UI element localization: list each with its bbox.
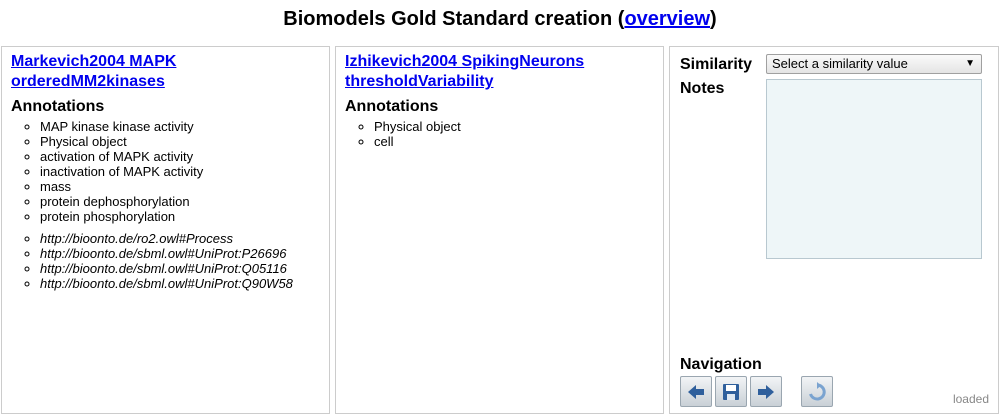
middle-model-link[interactable]: Izhikevich2004 SpikingNeurons thresholdV… — [345, 53, 584, 90]
list-item: http://bioonto.de/sbml.owl#UniProt:Q0511… — [40, 261, 293, 276]
left-model-panel: Markevich2004 MAPK orderedMM2kinases Ann… — [1, 46, 330, 414]
previous-button[interactable] — [680, 376, 712, 407]
save-button[interactable] — [715, 376, 747, 407]
title-suffix: ) — [710, 8, 717, 30]
next-button[interactable] — [750, 376, 782, 407]
notes-textarea[interactable] — [766, 79, 982, 259]
list-item: Physical object — [40, 134, 203, 149]
left-model-link[interactable]: Markevich2004 MAPK orderedMM2kinases — [11, 53, 176, 90]
refresh-button[interactable] — [801, 376, 833, 407]
list-item: inactivation of MAPK activity — [40, 164, 203, 179]
chevron-down-icon: ▼ — [965, 58, 975, 69]
similarity-select[interactable]: Select a similarity value ▼ — [766, 54, 982, 74]
middle-model-panel: Izhikevich2004 SpikingNeurons thresholdV… — [335, 46, 664, 414]
middle-annotations-heading: Annotations — [345, 98, 439, 115]
status-text: loaded — [952, 392, 989, 406]
list-item: Physical object — [374, 119, 461, 134]
overview-link[interactable]: overview — [624, 8, 710, 30]
left-annotations-heading: Annotations — [11, 98, 105, 115]
list-item: protein dephosphorylation — [40, 194, 203, 209]
similarity-select-value: Select a similarity value — [772, 56, 908, 71]
list-item: http://bioonto.de/sbml.owl#UniProt:Q90W5… — [40, 276, 293, 291]
floppy-disk-icon — [723, 384, 739, 400]
left-model-title: Markevich2004 MAPK orderedMM2kinases — [11, 52, 311, 92]
left-uri-list: http://bioonto.de/ro2.owl#Process http:/… — [2, 231, 293, 291]
list-item: activation of MAPK activity — [40, 149, 203, 164]
left-term-list: MAP kinase kinase activity Physical obje… — [2, 119, 203, 224]
similarity-label: Similarity — [680, 56, 753, 73]
arrow-right-icon — [758, 385, 774, 399]
arrow-left-icon — [688, 385, 704, 399]
middle-model-title: Izhikevich2004 SpikingNeurons thresholdV… — [345, 52, 645, 92]
list-item: http://bioonto.de/ro2.owl#Process — [40, 231, 293, 246]
notes-label: Notes — [680, 80, 725, 97]
list-item: mass — [40, 179, 203, 194]
navigation-label: Navigation — [680, 356, 762, 373]
page-title: Biomodels Gold Standard creation (overvi… — [0, 8, 1000, 30]
list-item: http://bioonto.de/sbml.owl#UniProt:P2669… — [40, 246, 293, 261]
middle-term-list: Physical object cell — [336, 119, 461, 149]
list-item: MAP kinase kinase activity — [40, 119, 203, 134]
rating-panel: Similarity Select a similarity value ▼ N… — [669, 46, 999, 414]
list-item: protein phosphorylation — [40, 209, 203, 224]
refresh-icon — [809, 382, 826, 401]
title-prefix: Biomodels Gold Standard creation ( — [283, 8, 625, 30]
list-item: cell — [374, 134, 461, 149]
